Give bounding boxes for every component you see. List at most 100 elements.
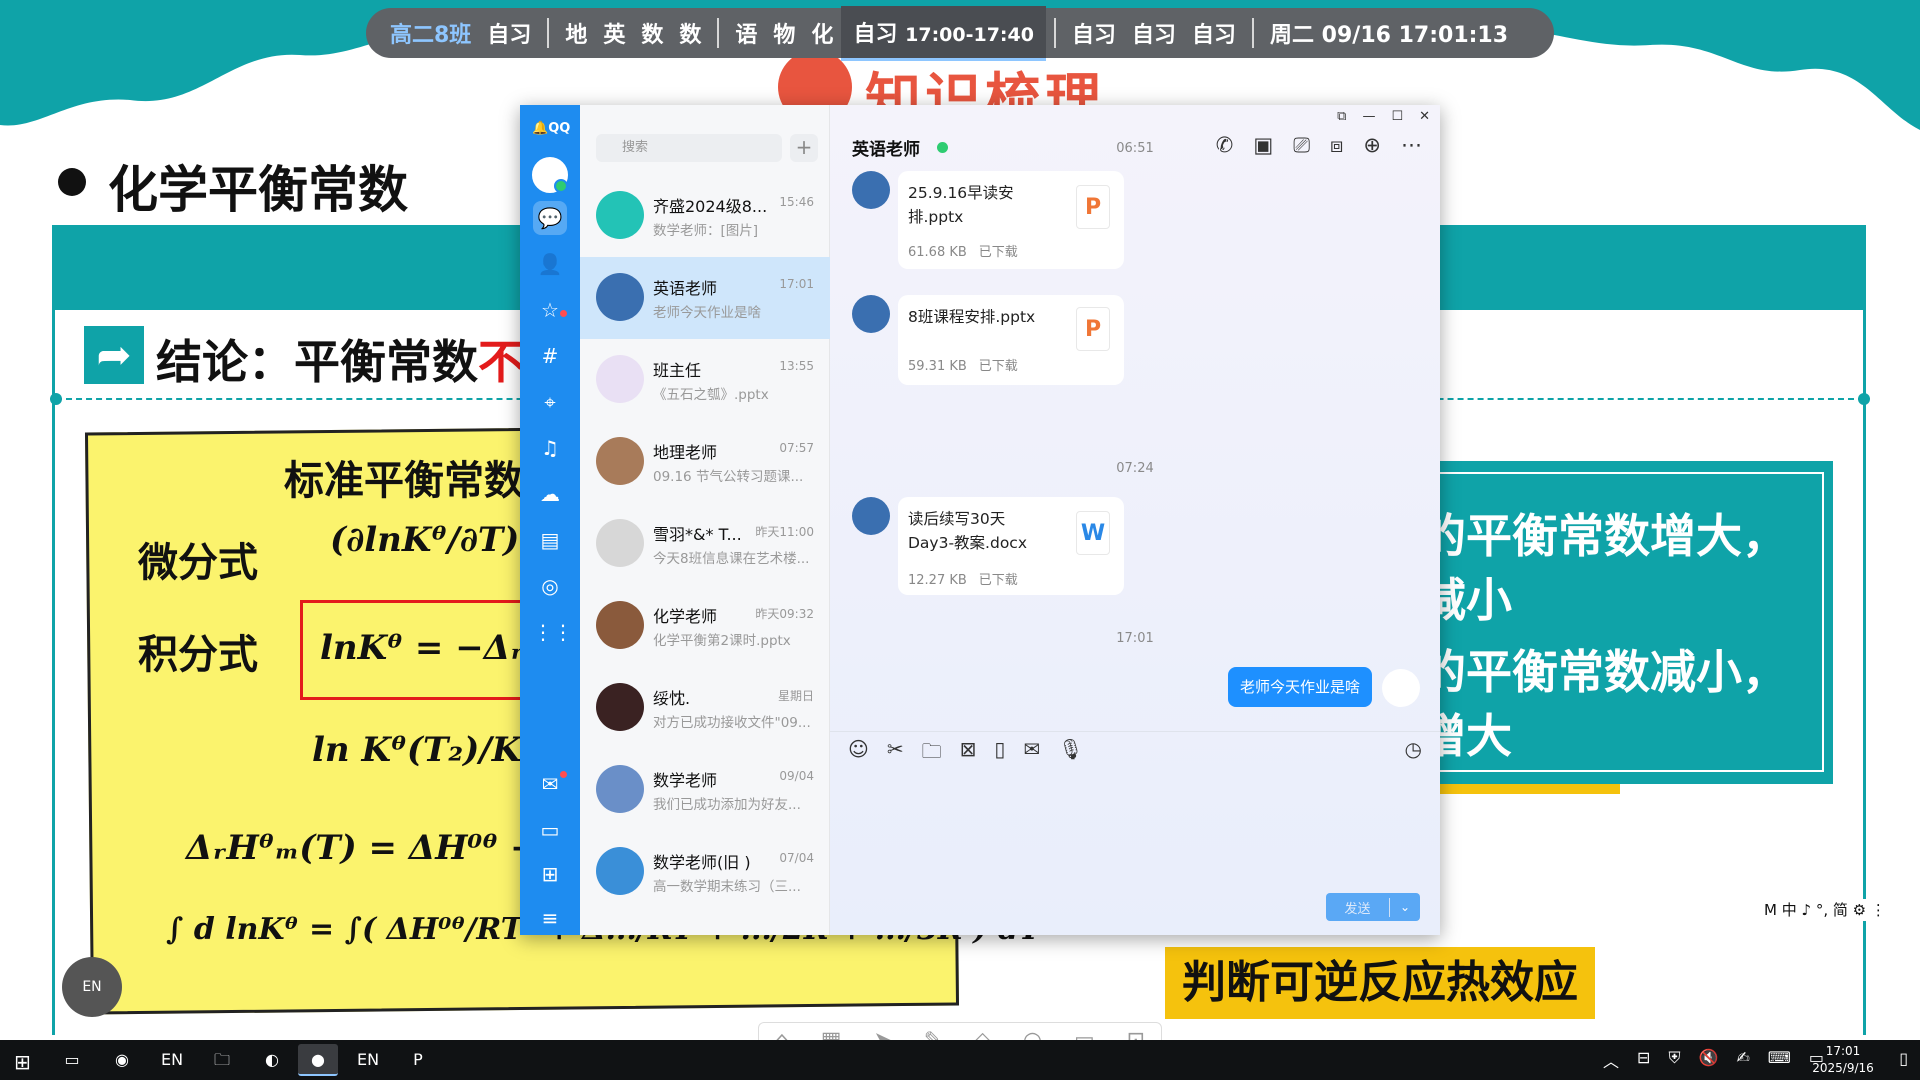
- send-label: 发送: [1326, 897, 1390, 917]
- close-button[interactable]: ✕: [1419, 109, 1430, 124]
- chat-list-item[interactable]: 数学老师 09/04 我们已成功添加为好友...: [580, 749, 830, 831]
- taskbar-clock[interactable]: 17:01 2025/9/16: [1808, 1043, 1878, 1077]
- notification-icon[interactable]: ▯: [1899, 1049, 1908, 1068]
- chat-name: 班主任: [653, 361, 702, 380]
- schedule-slot: 语: [735, 23, 758, 48]
- file-message[interactable]: 8班课程安排.pptx 59.31 KB 已下载 P: [898, 295, 1124, 385]
- chat-name: 英语老师: [653, 279, 718, 298]
- chat-list-item[interactable]: 化学老师 昨天09:32 化学平衡第2课时.pptx: [580, 585, 830, 667]
- history-clock-icon[interactable]: ◷: [1405, 737, 1422, 761]
- red-packet-icon[interactable]: ✉: [1023, 737, 1040, 771]
- maximize-button[interactable]: ☐: [1391, 109, 1403, 124]
- docs-nav-icon[interactable]: ▤: [533, 523, 567, 557]
- file-explorer-icon[interactable]: 🗀: [202, 1044, 242, 1076]
- formula-card-title: 标准平衡常数: [284, 457, 524, 504]
- task-view-icon[interactable]: ▭: [52, 1044, 92, 1076]
- send-button[interactable]: 发送 ⌄: [1326, 893, 1420, 921]
- music-nav-icon[interactable]: ♫: [533, 431, 567, 465]
- powerpoint-icon[interactable]: P: [398, 1044, 438, 1076]
- file-size: 59.31 KB: [908, 359, 967, 374]
- shield-icon[interactable]: ⛨: [1668, 1048, 1680, 1072]
- sender-avatar[interactable]: [852, 497, 890, 535]
- chat-list-item[interactable]: 雪羽*&* T... 昨天11:00 今天8班信息课在艺术楼...: [580, 503, 830, 585]
- chat-avatar: [596, 437, 644, 485]
- conversation-list: ⌕ 搜索 + 齐盛2024级8...15:46数学老师：[图片]英语老师17:0…: [580, 105, 830, 935]
- file-message[interactable]: 读后续写30天Day3-教案.docx 12.27 KB 已下载 W: [898, 497, 1124, 595]
- folder-nav-icon[interactable]: ▭: [533, 813, 567, 847]
- volume-icon[interactable]: 🔇: [1698, 1048, 1718, 1072]
- chat-avatar: [596, 191, 644, 239]
- apps-nav-icon[interactable]: ⋮⋮: [533, 615, 573, 649]
- screenshot-icon[interactable]: ✂: [887, 737, 904, 771]
- schedule-slot: 地: [565, 23, 588, 48]
- file-status: 已下载: [978, 573, 1018, 588]
- exit-tool-icon[interactable]: ⊡: [1127, 1028, 1145, 1041]
- my-avatar[interactable]: [532, 157, 568, 193]
- windows-taskbar: ⊞ ▭ ◉ EN 🗀 ◐ ● EN P ︿ ⊟ ⛨ 🔇 ✍ ⌨ ▭ 17:01 …: [0, 1040, 1920, 1080]
- image-icon[interactable]: ⊠: [960, 737, 977, 771]
- shake-icon[interactable]: ▯: [994, 737, 1005, 771]
- en-floating-button[interactable]: EN: [62, 957, 122, 1017]
- file-name: 25.9.16早读安排.pptx: [908, 184, 1014, 226]
- emoji-icon[interactable]: ☺: [848, 737, 869, 771]
- edge-browser-icon[interactable]: ◐: [252, 1044, 292, 1076]
- easinote-icon[interactable]: EN: [152, 1044, 192, 1076]
- chat-list-item[interactable]: 绥忱. 星期日 对方已成功接收文件"09...: [580, 667, 830, 749]
- game-nav-icon[interactable]: ⌖: [533, 385, 567, 419]
- windows-start-icon[interactable]: ⊞: [14, 1050, 31, 1074]
- chat-list-item[interactable]: 英语老师 17:01 老师今天作业是啥: [580, 257, 830, 339]
- schedule-slot: 数: [679, 23, 702, 48]
- keyboard-icon[interactable]: ⌨: [1768, 1048, 1791, 1072]
- chat-time: 昨天11:00: [755, 525, 814, 539]
- sender-avatar[interactable]: [852, 295, 890, 333]
- my-message-avatar[interactable]: [1382, 669, 1420, 707]
- pointer-tool-icon[interactable]: ➤: [873, 1028, 891, 1041]
- chat-list-item[interactable]: 班主任 13:55 《五石之瓠》.pptx: [580, 339, 830, 421]
- chat-name: 绥忱.: [653, 689, 691, 708]
- add-button[interactable]: +: [790, 134, 818, 162]
- ime-toolbar[interactable]: M 中 ♪ °, 简 ⚙ ⋮: [1760, 899, 1890, 921]
- file-message[interactable]: 25.9.16早读安排.pptx 61.68 KB 已下载 P: [898, 171, 1124, 269]
- menu-nav-icon[interactable]: ≡: [533, 901, 567, 935]
- network-icon[interactable]: ⊟: [1637, 1048, 1650, 1072]
- messages-nav-icon[interactable]: 💬: [533, 201, 567, 235]
- chat-time: 昨天09:32: [755, 607, 814, 621]
- erase-tool-icon[interactable]: ◇: [974, 1028, 991, 1041]
- microphone-icon[interactable]: 🎙: [1058, 737, 1083, 771]
- share-arrow-icon: ➦: [84, 326, 144, 384]
- minimize-button[interactable]: —: [1362, 109, 1375, 124]
- contacts-nav-icon[interactable]: 👤: [533, 247, 567, 281]
- chat-list-item[interactable]: 地理老师 07:57 09.16 节气公转习题课...: [580, 421, 830, 503]
- qq-taskbar-icon[interactable]: ●: [298, 1044, 338, 1076]
- bookmark-nav-icon[interactable]: ⊞: [533, 857, 567, 891]
- chat-time: 09/04: [779, 769, 814, 783]
- eraser-tool-icon[interactable]: ⌂: [775, 1028, 789, 1041]
- channels-nav-icon[interactable]: #: [533, 339, 567, 373]
- pen-tool-icon[interactable]: ✎: [924, 1028, 942, 1041]
- conclusion-line-1: 的平衡常数增大，: [1420, 509, 1788, 563]
- pin-icon[interactable]: ⧉: [1337, 109, 1346, 124]
- sender-avatar[interactable]: [852, 171, 890, 209]
- chat-list-item[interactable]: 齐盛2024级8... 15:46 数学老师：[图片]: [580, 175, 830, 257]
- chat-name: 地理老师: [653, 443, 718, 462]
- easinote-2-icon[interactable]: EN: [348, 1044, 388, 1076]
- schedule-slot: 数: [641, 23, 664, 48]
- zoom-tool-icon[interactable]: ○: [1023, 1028, 1042, 1041]
- grid-tool-icon[interactable]: ▦: [821, 1028, 842, 1041]
- cloud-nav-icon[interactable]: ☁: [533, 477, 567, 511]
- pptx-file-icon: P: [1076, 185, 1110, 229]
- class-app-icon[interactable]: ◉: [102, 1044, 142, 1076]
- my-message-bubble[interactable]: 老师今天作业是啥: [1227, 667, 1372, 707]
- folder-icon[interactable]: 🗀: [922, 737, 942, 771]
- chat-preview: 数学老师：[图片]: [653, 223, 759, 239]
- pptx-file-icon: P: [1076, 307, 1110, 351]
- pen-icon[interactable]: ✍: [1736, 1048, 1749, 1072]
- tray-chevron-icon[interactable]: ︿: [1603, 1048, 1619, 1072]
- chat-avatar: [596, 273, 644, 321]
- chat-list-item[interactable]: 数学老师(旧 ) 07/04 高一数学期末练习（三...: [580, 831, 830, 913]
- board-tool-icon[interactable]: ▭: [1074, 1028, 1095, 1041]
- search-input[interactable]: 搜索: [596, 134, 782, 162]
- whiteboard-toolbar: ⌂ ▦ ➤ ✎ ◇ ○ ▭ ⊡: [758, 1022, 1162, 1040]
- planet-nav-icon[interactable]: ◎: [533, 569, 567, 603]
- send-options-chevron-icon[interactable]: ⌄: [1390, 900, 1420, 914]
